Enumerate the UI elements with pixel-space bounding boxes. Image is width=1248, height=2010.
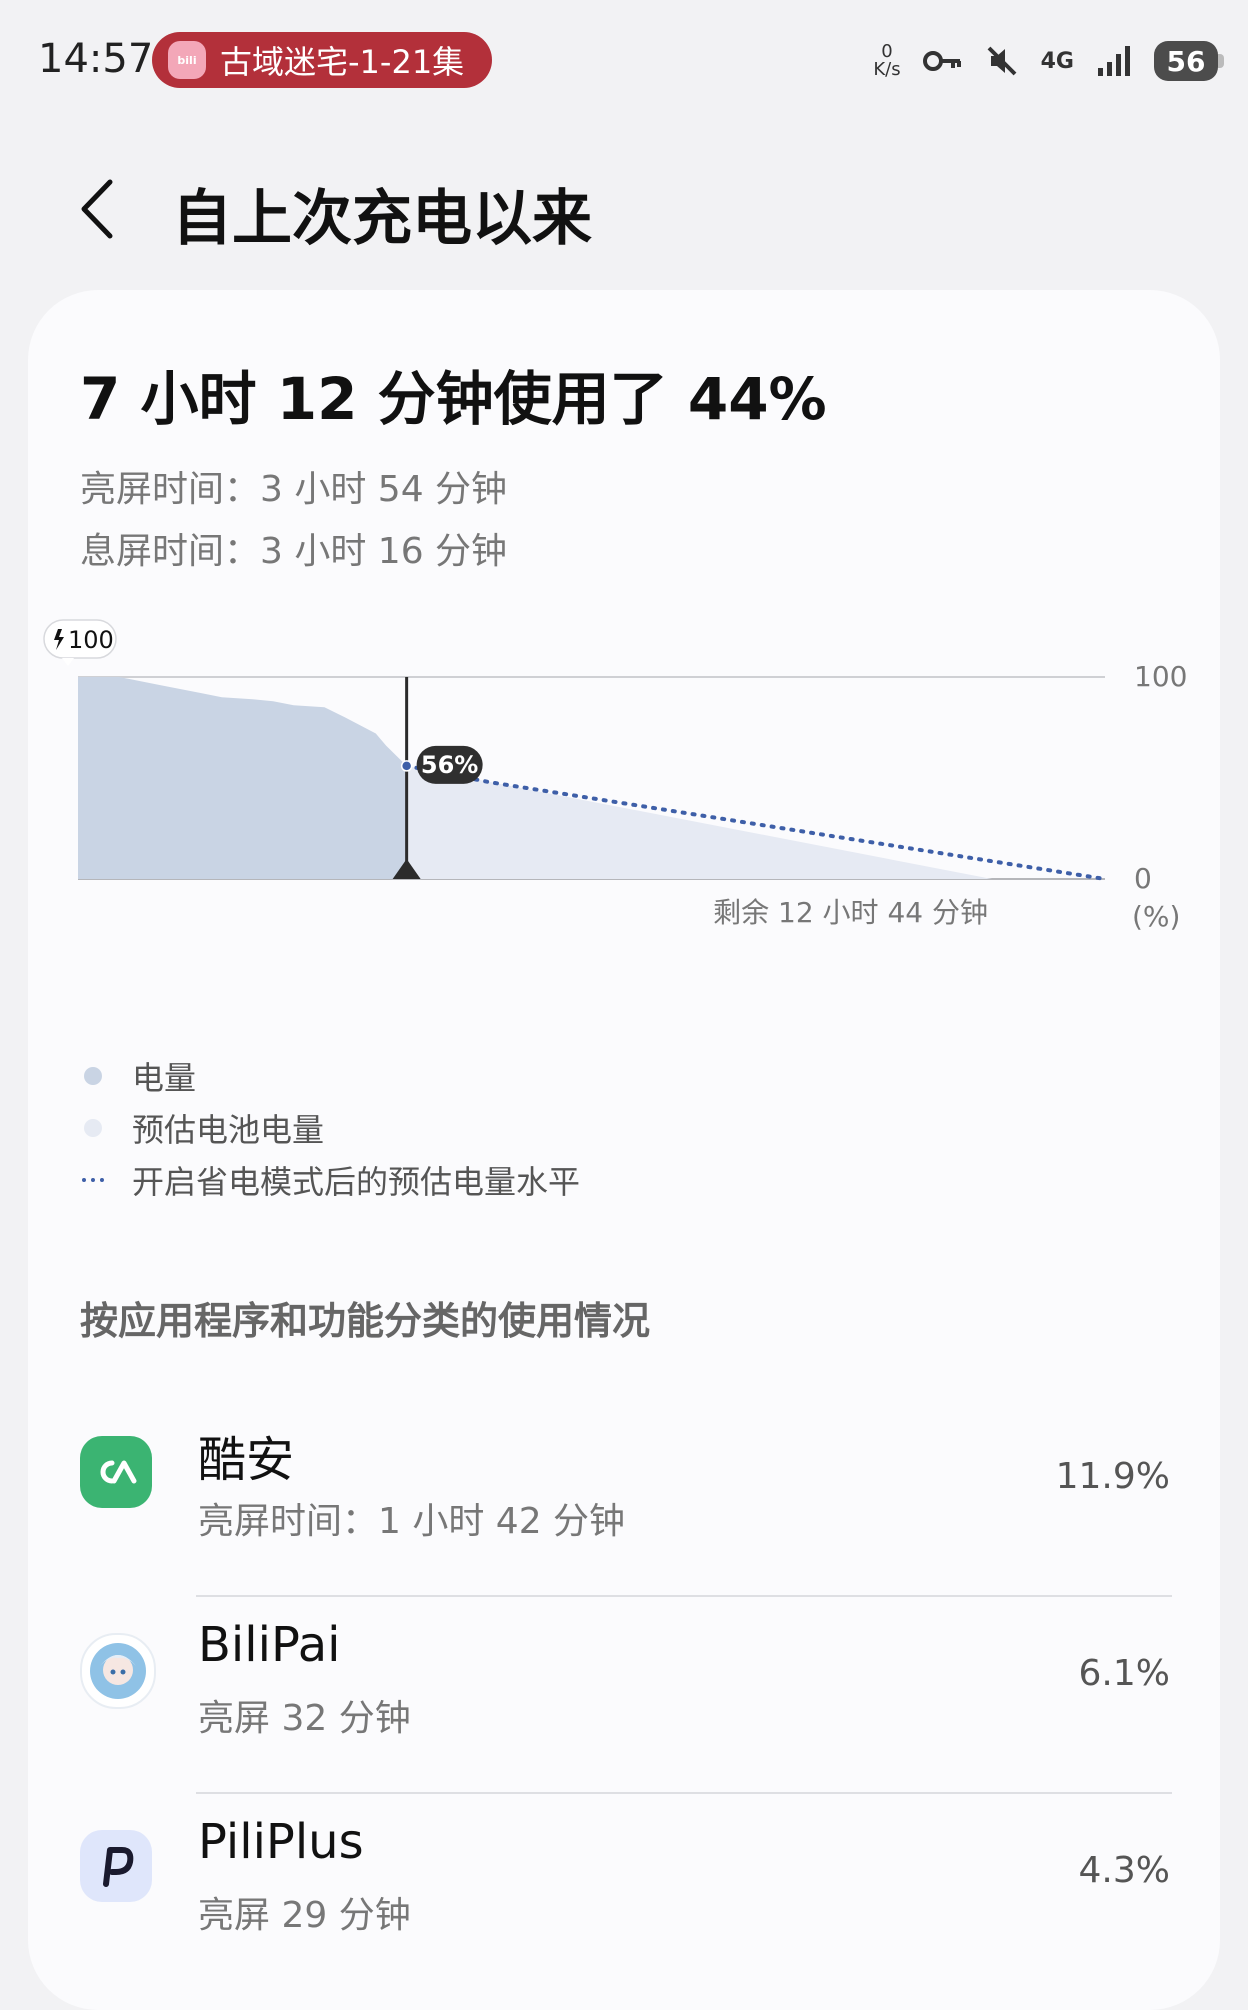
y-tick-100: 100 bbox=[1134, 660, 1187, 693]
y-unit-label: (%) bbox=[1132, 900, 1180, 933]
signal-icon bbox=[1098, 46, 1130, 76]
full-charge-label: 100 bbox=[68, 626, 114, 654]
app-name: BiliPai bbox=[198, 1617, 341, 1673]
legend-swatch-battery bbox=[84, 1067, 102, 1085]
full-charge-badge: 100 bbox=[43, 619, 117, 666]
status-icons: 0 K/s 4G 56 bbox=[873, 36, 1224, 86]
app-row-bilipai[interactable]: BiliPai 亮屏 32 分钟 6.1% bbox=[28, 1597, 1220, 1794]
legend-swatch-estimated bbox=[84, 1119, 102, 1137]
app-row-piliplus[interactable]: PiliPlus 亮屏 29 分钟 4.3% bbox=[28, 1794, 1220, 1991]
page-title: 自上次充电以来 bbox=[172, 184, 592, 254]
mute-icon bbox=[987, 46, 1017, 76]
status-time: 14:57 bbox=[38, 36, 154, 82]
current-level-badge: 56% bbox=[416, 745, 483, 784]
key-icon bbox=[922, 51, 961, 71]
battery-chart[interactable]: 56% 100 100 0 (%) 剩余 12 小时 44 分钟 bbox=[28, 610, 1220, 1010]
status-bar: 14:57 bili 古域迷宅-1-21集 0 K/s 4G 56 bbox=[0, 0, 1248, 120]
legend-item-power-saving: 开启省电模式后的预估电量水平 bbox=[80, 1154, 580, 1206]
current-level-point bbox=[400, 760, 413, 772]
chevron-left-icon bbox=[81, 179, 113, 239]
legend-label-battery: 电量 bbox=[132, 1059, 197, 1097]
app-screen-time: 亮屏 32 分钟 bbox=[198, 1698, 411, 1739]
app-usage-percent: 11.9% bbox=[1055, 1456, 1170, 1497]
actual-battery-area bbox=[78, 677, 407, 879]
media-notification-pill[interactable]: bili 古域迷宅-1-21集 bbox=[152, 32, 492, 88]
legend-label-power-saving: 开启省电模式后的预估电量水平 bbox=[132, 1163, 581, 1201]
battery-usage-card: 7 小时 12 分钟使用了 44% 亮屏时间：3 小时 54 分钟 息屏时间：3… bbox=[28, 290, 1220, 2010]
media-title: 古域迷宅-1-21集 bbox=[220, 43, 465, 81]
usage-summary: 7 小时 12 分钟使用了 44% bbox=[80, 365, 827, 433]
legend-item-battery: 电量 bbox=[80, 1050, 580, 1102]
full-charge-badge-tail bbox=[62, 658, 74, 666]
section-title: 按应用程序和功能分类的使用情况 bbox=[80, 1299, 651, 1343]
legend-swatch-power-saving bbox=[82, 1178, 104, 1182]
app-usage-list: 酷安 亮屏时间：1 小时 42 分钟 11.9% BiliPai 亮屏 32 分… bbox=[28, 1400, 1220, 1991]
4g-data-icon: 4G bbox=[1040, 48, 1074, 74]
app-usage-percent: 6.1% bbox=[1078, 1653, 1170, 1694]
screen-off-time: 息屏时间：3 小时 16 分钟 bbox=[80, 531, 508, 572]
bilipai-app-icon: bili bbox=[168, 41, 206, 79]
screen-on-time: 亮屏时间：3 小时 54 分钟 bbox=[80, 469, 508, 510]
bilipai-icon bbox=[80, 1633, 156, 1709]
page-header: 自上次充电以来 bbox=[0, 150, 1248, 270]
network-speed: 0 K/s bbox=[873, 43, 900, 79]
y-tick-0: 0 bbox=[1134, 862, 1152, 895]
app-name: PiliPlus bbox=[198, 1814, 364, 1870]
legend-label-estimated: 预估电池电量 bbox=[132, 1111, 325, 1149]
back-button[interactable] bbox=[70, 174, 130, 244]
coolapk-icon bbox=[80, 1436, 152, 1508]
network-speed-unit: K/s bbox=[873, 59, 901, 80]
app-row-coolapk[interactable]: 酷安 亮屏时间：1 小时 42 分钟 11.9% bbox=[28, 1400, 1220, 1597]
app-screen-time: 亮屏 29 分钟 bbox=[198, 1895, 411, 1936]
chart-legend: 电量 预估电池电量 开启省电模式后的预估电量水平 bbox=[80, 1050, 580, 1206]
piliplus-icon bbox=[80, 1830, 152, 1902]
app-usage-percent: 4.3% bbox=[1078, 1850, 1170, 1891]
app-name: 酷安 bbox=[198, 1432, 295, 1488]
app-screen-time: 亮屏时间：1 小时 42 分钟 bbox=[198, 1501, 626, 1542]
current-level-label: 56% bbox=[421, 751, 478, 779]
remaining-time-label: 剩余 12 小时 44 分钟 bbox=[713, 896, 988, 929]
battery-icon: 56 bbox=[1154, 41, 1224, 81]
legend-item-estimated: 预估电池电量 bbox=[80, 1102, 580, 1154]
